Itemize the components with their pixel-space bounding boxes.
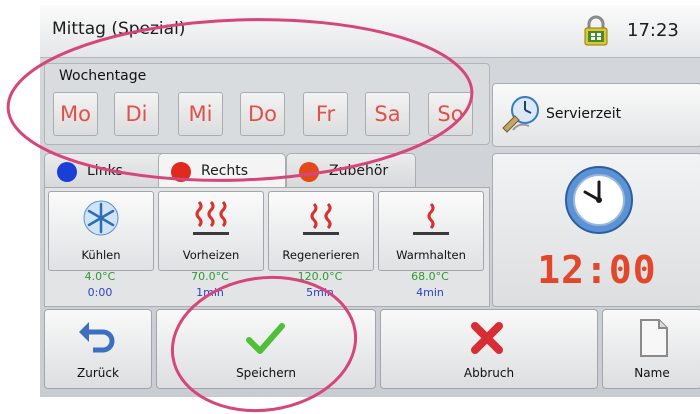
document-icon [640, 319, 668, 357]
undo-arrow-icon [79, 322, 115, 353]
cancel-button-label: Abbruch [463, 366, 515, 380]
mode-temp-vorheizen: 70.0°C [191, 270, 229, 283]
mode-time-vorheizen: 1min [196, 286, 224, 299]
checkmark-icon [246, 323, 285, 354]
current-time: 17:23 [627, 20, 679, 41]
mode-temp-warmhalten: 68.0°C [411, 270, 449, 283]
blue-dot-icon [57, 162, 77, 182]
tab-zubehoer-label: Zubehör [329, 163, 389, 179]
close-icon [471, 322, 503, 354]
tab-rechts-label: Rechts [201, 163, 249, 179]
tab-links-label: Links [87, 163, 123, 179]
heating-coils-icon [193, 200, 229, 235]
regenerate-coils-icon [303, 202, 339, 235]
day-button-fr[interactable]: Fr [303, 92, 348, 136]
mode-label-regenerieren: Regenerieren [282, 248, 360, 262]
day-button-mo[interactable]: Mo [53, 92, 98, 136]
mode-time-kuehlen: 0:00 [87, 286, 113, 299]
lock-icon [584, 15, 608, 46]
back-button[interactable]: Zurück [44, 309, 152, 389]
day-button-so[interactable]: So [428, 92, 473, 136]
mode-label-vorheizen: Vorheizen [182, 248, 240, 262]
device-screen: Mittag (Spezial) 17:23 Wochentage Mo Di … [40, 5, 700, 397]
tab-zubehoer[interactable]: Zubehör [286, 153, 416, 189]
mode-temp-kuehlen: 4.0°C [84, 270, 116, 283]
save-button-label: Speichern [236, 366, 296, 380]
mode-button-vorheizen[interactable]: Vorheizen [158, 191, 264, 271]
name-button[interactable]: Name [602, 309, 700, 389]
mode-button-regenerieren[interactable]: Regenerieren [268, 191, 374, 271]
serving-time-panel[interactable]: 12:00 [492, 153, 700, 307]
clock-icon [565, 166, 633, 234]
day-button-di[interactable]: Di [114, 92, 159, 136]
mode-label-warmhalten: Warmhalten [396, 248, 466, 262]
day-button-mi[interactable]: Mi [178, 92, 223, 136]
weekdays-label: Wochentage [59, 68, 147, 84]
red-dot-icon [171, 162, 191, 182]
mode-temp-regenerieren: 120.0°C [297, 270, 343, 283]
program-title: Mittag (Spezial) [52, 19, 186, 39]
orange-dot-icon [299, 162, 319, 182]
mode-time-warmhalten: 4min [416, 286, 444, 299]
mode-button-warmhalten[interactable]: Warmhalten [378, 191, 484, 271]
day-button-sa[interactable]: Sa [365, 92, 410, 136]
serving-time-icon [502, 96, 539, 133]
name-button-label: Name [634, 366, 670, 380]
day-button-do[interactable]: Do [240, 92, 285, 136]
warm-hold-icon [413, 202, 449, 235]
tab-links[interactable]: Links [44, 153, 174, 189]
title-bar: Mittag (Spezial) 17:23 [40, 5, 700, 58]
cancel-button[interactable]: Abbruch [380, 309, 598, 389]
save-button[interactable]: Speichern [156, 309, 376, 389]
mode-time-regenerieren: 5min [306, 286, 334, 299]
back-button-label: Zurück [77, 366, 119, 380]
tab-rechts[interactable]: Rechts [158, 153, 286, 190]
serving-time-label: Servierzeit [546, 106, 622, 122]
serving-time-value: 12:00 [537, 248, 657, 292]
mode-label-kuehlen: Kühlen [81, 248, 121, 262]
serving-time-button[interactable]: Servierzeit [492, 83, 700, 147]
mode-button-kuehlen[interactable]: Kühlen [48, 191, 154, 271]
snowflake-icon [83, 200, 119, 236]
weekdays-group: Wochentage Mo Di Mi Do Fr Sa So [44, 63, 490, 145]
